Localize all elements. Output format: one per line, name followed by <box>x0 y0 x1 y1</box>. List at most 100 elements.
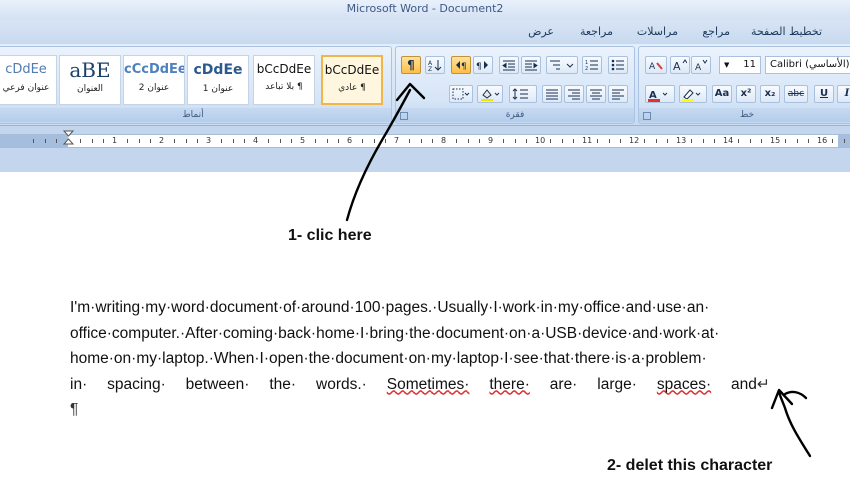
grow-font-icon: A <box>673 59 687 71</box>
ruler-tick <box>808 139 810 143</box>
ruler-number: 9 <box>488 136 494 145</box>
text-line-justified: in· spacing· between· the· words.· Somet… <box>70 372 770 398</box>
line-break-mark[interactable]: ↵ <box>757 376 770 393</box>
ruler-number: 10 <box>535 136 546 145</box>
ruler-number: 16 <box>817 136 828 145</box>
ruler-tick <box>643 139 645 143</box>
change-case-button[interactable]: Aa <box>712 85 732 103</box>
sort-button[interactable]: AZ <box>425 56 445 74</box>
style-sample: cCcDdEe <box>124 62 184 77</box>
ruler-tick <box>526 139 528 143</box>
ruler-tick <box>150 139 152 143</box>
ruler-number: 7 <box>394 136 400 145</box>
justify-button[interactable] <box>542 85 562 103</box>
tab-page-layout[interactable]: تخطيط الصفحة <box>751 25 822 38</box>
ruler-tick <box>667 139 669 143</box>
align-center-button[interactable] <box>586 85 606 103</box>
ruler-tick <box>291 139 293 143</box>
ruler-number: 13 <box>676 136 687 145</box>
line-spacing-button[interactable] <box>509 85 537 103</box>
ruler-tick <box>91 139 93 143</box>
shrink-font-button[interactable]: A <box>691 56 711 74</box>
ruler-tick <box>126 139 128 143</box>
font-size-combo[interactable]: ▼ 11 <box>719 56 761 74</box>
tab-references[interactable]: مراجع <box>702 25 730 38</box>
ruler-tick <box>608 139 610 143</box>
align-right-icon <box>568 89 580 100</box>
ruler-tick <box>408 139 410 143</box>
misspelled-word: there· <box>489 375 530 393</box>
clear-formatting-button[interactable]: A <box>645 56 667 74</box>
ruler-number: 14 <box>723 136 734 145</box>
ruler-tick <box>138 139 140 143</box>
annotation-step2: 2- delet this character <box>607 457 773 474</box>
font-group-label: خط <box>639 108 850 122</box>
word-with-break: and↵ <box>731 372 770 398</box>
style-name: ¶ عادي <box>338 83 366 93</box>
horizontal-ruler[interactable]: 1 2 3 4 5 6 7 8 9 10 11 12 13 14 15 16 <box>0 134 850 148</box>
style-heading-2[interactable]: cCcDdEe عنوان 2 <box>123 55 185 105</box>
word: large· <box>597 375 637 393</box>
increase-indent-button[interactable] <box>521 56 541 74</box>
font-name-combo[interactable]: Calibri (الأساسي) <box>765 56 850 74</box>
ruler-number: 11 <box>582 136 593 145</box>
change-case-icon: Aa <box>714 88 730 99</box>
strikethrough-icon: abc <box>787 89 805 99</box>
ruler-number: 6 <box>347 136 353 145</box>
rtl-direction-button[interactable]: ¶ <box>451 56 471 74</box>
ruler-tick <box>232 139 234 143</box>
word: words.· <box>316 375 367 393</box>
ruler-tick <box>44 139 46 143</box>
subscript-button[interactable]: x₂ <box>760 85 780 103</box>
show-hide-formatting-button[interactable]: ¶ <box>401 56 421 74</box>
numbering-button[interactable]: 12 <box>582 56 602 74</box>
font-color-button[interactable]: A <box>645 85 675 103</box>
shading-button[interactable] <box>477 85 503 103</box>
ruler-tick <box>737 139 739 143</box>
text-line: home·on·my·laptop.·When·I·open·the·docum… <box>70 350 707 367</box>
ruler-tick <box>361 139 363 143</box>
tab-mailings[interactable]: مراسلات <box>637 25 678 38</box>
borders-button[interactable] <box>449 85 473 103</box>
ruler-number: 3 <box>206 136 212 145</box>
style-heading-1[interactable]: cDdEe عنوان 1 <box>187 55 249 105</box>
style-title[interactable]: aBE العنوان <box>59 55 121 105</box>
svg-text:Z: Z <box>428 66 432 72</box>
paragraph-group-label: فقرة <box>396 108 634 122</box>
document-paragraph[interactable]: I'm·writing·my·word·document·of·around·1… <box>70 295 770 423</box>
style-no-spacing[interactable]: bCcDdEe ¶ بلا تباعد <box>253 55 315 105</box>
style-subtitle[interactable]: cDdEe عنوان فرعي <box>0 55 57 105</box>
text-line: office·computer.·After·coming·back·home·… <box>70 324 720 342</box>
italic-button[interactable]: I <box>837 85 850 103</box>
decrease-indent-button[interactable] <box>499 56 519 74</box>
ribbon: cDdEe عنوان فرعي aBE العنوان cCcDdEe عنو… <box>0 44 850 126</box>
ltr-direction-button[interactable]: ¶ <box>473 56 493 74</box>
multilevel-list-button[interactable] <box>546 56 578 74</box>
align-left-button[interactable] <box>608 85 628 103</box>
bullets-button[interactable] <box>608 56 628 74</box>
document-page[interactable]: I'm·writing·my·word·document·of·around·1… <box>0 172 850 495</box>
paragraph-group: ¶ AZ ¶ ¶ 12 فقرة <box>395 46 635 124</box>
ruler-area: 1 2 3 4 5 6 7 8 9 10 11 12 13 14 15 16 <box>0 126 850 172</box>
paragraph-dialog-launcher-icon[interactable] <box>400 112 408 120</box>
ruler-tick <box>467 139 469 143</box>
style-normal[interactable]: bCcDdEe ¶ عادي <box>321 55 383 105</box>
underline-button[interactable]: U <box>814 85 834 103</box>
tab-view[interactable]: عرض <box>528 25 554 38</box>
ruler-tick <box>761 139 763 143</box>
pilcrow-icon: ¶ <box>407 58 415 72</box>
ruler-tick <box>326 139 328 143</box>
highlight-button[interactable] <box>679 85 707 103</box>
font-dialog-launcher-icon[interactable] <box>643 112 651 120</box>
ruler-tick <box>103 139 105 143</box>
indent-marker-icon[interactable] <box>63 130 75 146</box>
superscript-button[interactable]: x² <box>736 85 756 103</box>
tab-review[interactable]: مراجعة <box>580 25 613 38</box>
ruler-number: 15 <box>770 136 781 145</box>
grow-font-button[interactable]: A <box>670 56 690 74</box>
font-group: A A A ▼ 11 Calibri (الأساسي) A Aa x² x₂ … <box>638 46 850 124</box>
strikethrough-button[interactable]: abc <box>784 85 808 103</box>
align-right-button[interactable] <box>564 85 584 103</box>
word: between· <box>185 375 250 393</box>
line-spacing-icon <box>512 88 528 100</box>
